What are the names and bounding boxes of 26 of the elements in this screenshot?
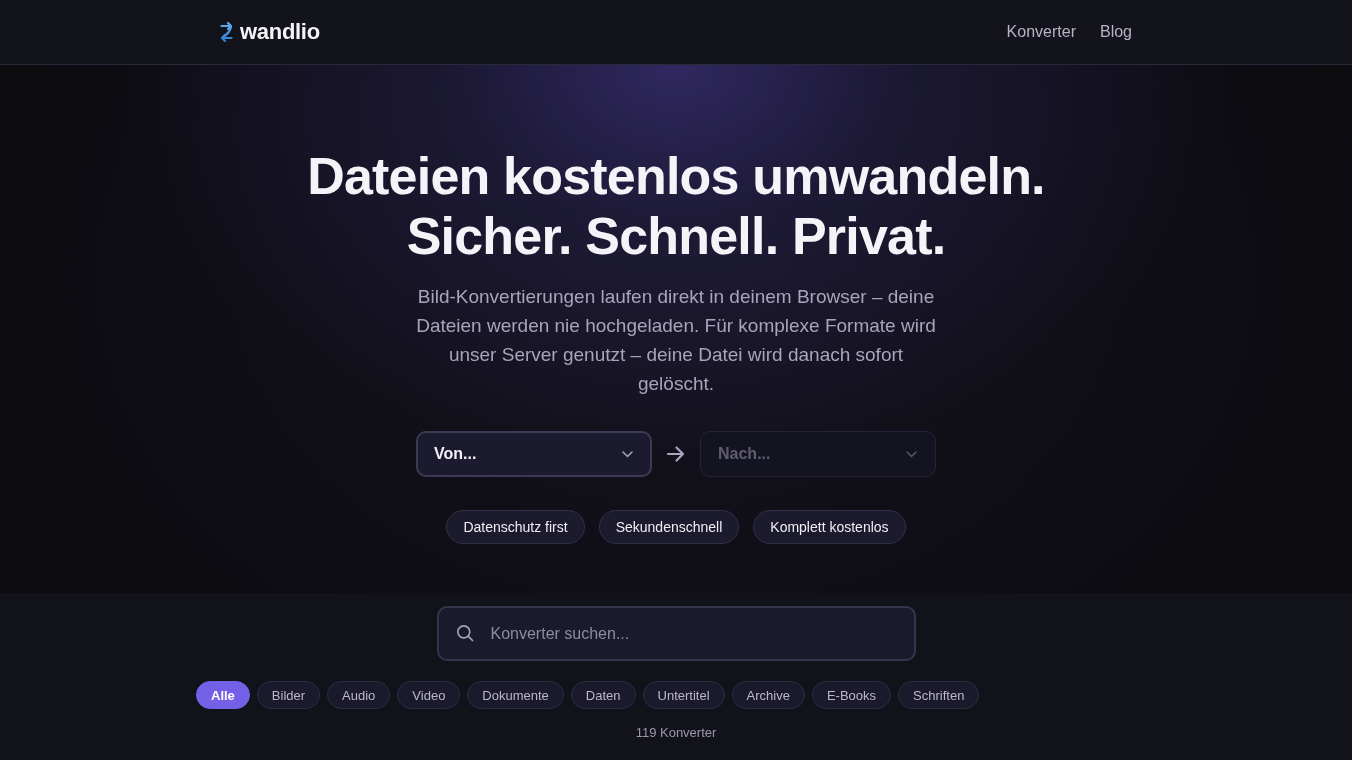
feature-pill: Sekundenschnell [598, 510, 740, 544]
format-dropdown[interactable]: Von... [416, 431, 652, 477]
search-icon [455, 624, 474, 642]
search-field[interactable]: Konverter suchen... [436, 606, 916, 661]
category-chip[interactable]: Bilder [256, 681, 321, 709]
category-chip[interactable]: Video [397, 681, 461, 709]
chevron-down-icon [622, 450, 633, 458]
category-chip[interactable]: Daten [570, 681, 636, 709]
hero-description: Bild-Konvertierungen laufen direkt in deinem Browser – deine Dateien werden nie hochgeladen. Für komplexe Formate wird unser Server genutzt – deine Datei wird danach sofort gelöscht. [415, 285, 937, 396]
category-chip[interactable]: Archive [731, 681, 805, 709]
nav-link[interactable]: Blog [1099, 23, 1132, 41]
category-chip[interactable]: Schriften [898, 681, 980, 709]
category-chip[interactable]: Untertitel [642, 681, 725, 709]
nav-link[interactable]: Konverter [1006, 23, 1076, 41]
category-chip[interactable]: Dokumente [467, 681, 564, 709]
logo-icon [220, 21, 233, 43]
chevron-down-icon [906, 450, 917, 458]
converter-count: 119 Konverter [634, 725, 718, 740]
category-chip[interactable]: Alle [196, 681, 250, 709]
feature-pill: Datenschutz first [446, 510, 585, 544]
feature-pill: Komplett kostenlos [753, 510, 906, 544]
category-chip[interactable]: Audio [327, 681, 391, 709]
logo-text[interactable]: wandlio [240, 19, 320, 45]
hero-heading: Dateien kostenlos umwandeln. Sicher. Schnell. Privat. [307, 146, 1045, 266]
category-chip[interactable]: E-Books [811, 681, 892, 709]
arrow-right-icon [666, 445, 686, 463]
